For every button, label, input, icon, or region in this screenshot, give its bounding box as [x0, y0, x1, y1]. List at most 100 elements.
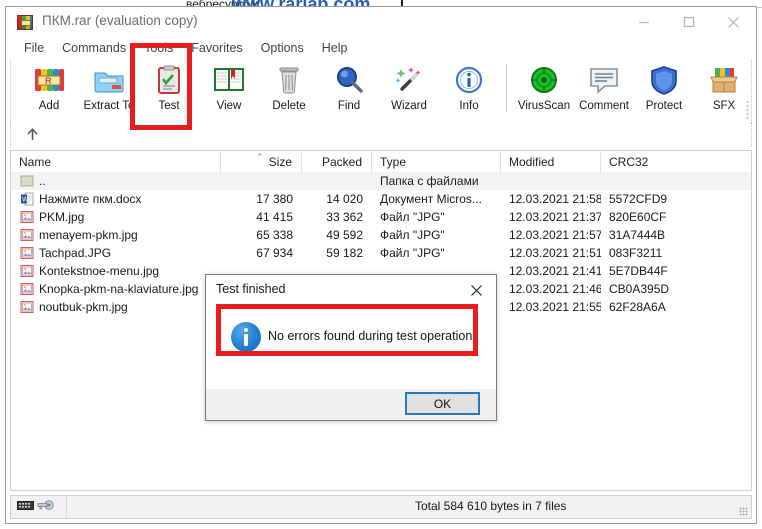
up-arrow-icon[interactable] — [25, 127, 40, 147]
info-circle-icon — [452, 64, 486, 97]
column-header-name[interactable]: Name — [11, 151, 221, 172]
minimize-button[interactable] — [621, 7, 666, 37]
status-icons — [11, 496, 67, 518]
winrar-window: ПКМ.rar (evaluation copy) File Commands … — [5, 6, 757, 524]
info-icon — [231, 322, 261, 352]
title-bar: ПКМ.rar (evaluation copy) — [6, 7, 756, 37]
toolbar-info-button[interactable]: Info — [439, 60, 499, 122]
column-header-modified[interactable]: Modified — [501, 151, 601, 172]
toolbar-test-button[interactable]: Test — [139, 60, 199, 122]
cell-crc32: 083F3211 — [609, 246, 663, 260]
dialog-footer: OK — [206, 389, 496, 420]
cell-type: Документ Micros... — [380, 192, 482, 206]
cell-packed — [302, 172, 372, 190]
cell-name: .. — [39, 174, 46, 188]
toolbar-protect-button[interactable]: Protect — [634, 60, 694, 122]
drive-icon[interactable] — [17, 498, 34, 516]
menu-item-tools[interactable]: Tools — [135, 39, 182, 57]
cell-name: Tachpad.JPG — [39, 246, 112, 260]
toolbar-separator — [506, 64, 507, 112]
cell-modified — [501, 172, 601, 190]
cell-type: Папка с файлами — [380, 174, 479, 188]
cell-packed: 49 592 — [326, 228, 363, 242]
jpg-image-icon — [20, 228, 34, 242]
window-controls — [621, 7, 756, 37]
toolbar-info-label: Info — [459, 100, 479, 112]
add-archive-icon: R — [32, 64, 66, 97]
cell-modified: 12.03.2021 21:58 — [509, 192, 601, 206]
sort-indicator-icon: ⌃ — [256, 152, 264, 162]
cell-name: menayem-pkm.jpg — [39, 228, 138, 242]
table-row[interactable]: W Нажмите пкм.docx 17 380 14 020 Докумен… — [11, 190, 751, 208]
wizard-wand-icon — [392, 64, 426, 97]
test-clipboard-icon — [152, 64, 186, 97]
toolbar-delete-label: Delete — [272, 100, 306, 112]
toolbar-wizard-label: Wizard — [391, 100, 427, 112]
window-resize-grip[interactable] — [739, 507, 748, 516]
cell-modified: 12.03.2021 21:37 — [509, 210, 601, 224]
toolbar-extract-label: Extract To — [83, 100, 135, 112]
test-finished-dialog: Test finished No errors found during tes… — [205, 274, 497, 421]
dialog-title: Test finished — [216, 282, 286, 296]
toolbar-add-label: Add — [38, 100, 60, 112]
cell-crc32: 820E60CF — [609, 210, 667, 224]
column-header-crc32[interactable]: CRC32 — [601, 151, 681, 172]
cell-modified: 12.03.2021 21:55 — [509, 300, 601, 314]
cell-type: Файл "JPG" — [380, 246, 445, 260]
table-row[interactable]: PKM.jpg 41 415 33 362 Файл "JPG" 12.03.2… — [11, 208, 751, 226]
cell-name: Kontekstnoe-menu.jpg — [39, 264, 160, 278]
cell-size: 67 934 — [256, 246, 293, 260]
cell-packed: 33 362 — [326, 210, 363, 224]
cell-crc32: 31A7444B — [609, 228, 666, 242]
menu-item-file[interactable]: File — [15, 39, 53, 57]
toolbar-buttons: R Add Extract To Test View Delete Find W… — [19, 60, 754, 122]
cell-packed: 14 020 — [326, 192, 363, 206]
cell-crc32: 62F28A6A — [609, 300, 666, 314]
cell-modified: 12.03.2021 21:57 — [509, 228, 601, 242]
menu-item-favorites[interactable]: Favorites — [182, 39, 251, 57]
status-total-text: Total 584 610 bytes in 7 files — [415, 499, 567, 513]
toolbar-sfx-label: SFX — [712, 100, 736, 112]
toolbar-view-button[interactable]: View — [199, 60, 259, 122]
toolbar-protect-label: Protect — [645, 100, 683, 112]
dialog-ok-button[interactable]: OK — [405, 392, 480, 415]
toolbar-delete-button[interactable]: Delete — [259, 60, 319, 122]
toolbar-extract-button[interactable]: Extract To — [79, 60, 139, 122]
key-icon[interactable] — [37, 498, 54, 516]
menu-item-help[interactable]: Help — [313, 39, 357, 57]
maximize-button[interactable] — [666, 7, 711, 37]
menu-item-options[interactable]: Options — [252, 39, 313, 57]
screen: вебресурсом www.rarlab.com ПКМ.rar (eval… — [0, 0, 762, 529]
status-bar: Total 584 610 bytes in 7 files — [10, 495, 752, 519]
column-header-type[interactable]: Type — [372, 151, 501, 172]
dialog-close-button[interactable] — [456, 275, 496, 305]
address-bar — [10, 123, 752, 147]
close-button[interactable] — [711, 7, 756, 37]
cell-crc32: 5572CFD9 — [609, 192, 668, 206]
toolbar-add-button[interactable]: R Add — [19, 60, 79, 122]
table-row[interactable]: menayem-pkm.jpg 65 338 49 592 Файл "JPG"… — [11, 226, 751, 244]
column-headers: Name Size Packed Type Modified CRC32 ⌃ — [11, 151, 751, 173]
toolbar-find-button[interactable]: Find — [319, 60, 379, 122]
table-row[interactable]: .. Папка с файлами — [11, 172, 751, 190]
toolbar-resize-grip[interactable] — [746, 100, 749, 120]
cell-name: PKM.jpg — [39, 210, 85, 224]
toolbar-comment-label: Comment — [579, 100, 629, 112]
cell-crc32 — [601, 172, 681, 190]
dialog-body: No errors found during test operation — [206, 305, 496, 389]
toolbar-virusscan-button[interactable]: VirusScan — [514, 60, 574, 122]
winrar-books-icon — [17, 15, 33, 30]
cell-type: Файл "JPG" — [380, 228, 445, 242]
cell-name: Нажмите пкм.docx — [39, 192, 142, 206]
toolbar-wizard-button[interactable]: Wizard — [379, 60, 439, 122]
cell-packed: 59 182 — [326, 246, 363, 260]
menu-item-commands[interactable]: Commands — [53, 39, 135, 57]
jpg-image-icon — [20, 300, 34, 314]
table-row[interactable]: Tachpad.JPG 67 934 59 182 Файл "JPG" 12.… — [11, 244, 751, 262]
jpg-image-icon — [20, 282, 34, 296]
toolbar-sfx-button[interactable]: SFX — [694, 60, 754, 122]
column-header-packed[interactable]: Packed — [302, 151, 372, 172]
svg-text:R: R — [45, 76, 52, 86]
window-title: ПКМ.rar (evaluation copy) — [42, 13, 198, 28]
toolbar-comment-button[interactable]: Comment — [574, 60, 634, 122]
